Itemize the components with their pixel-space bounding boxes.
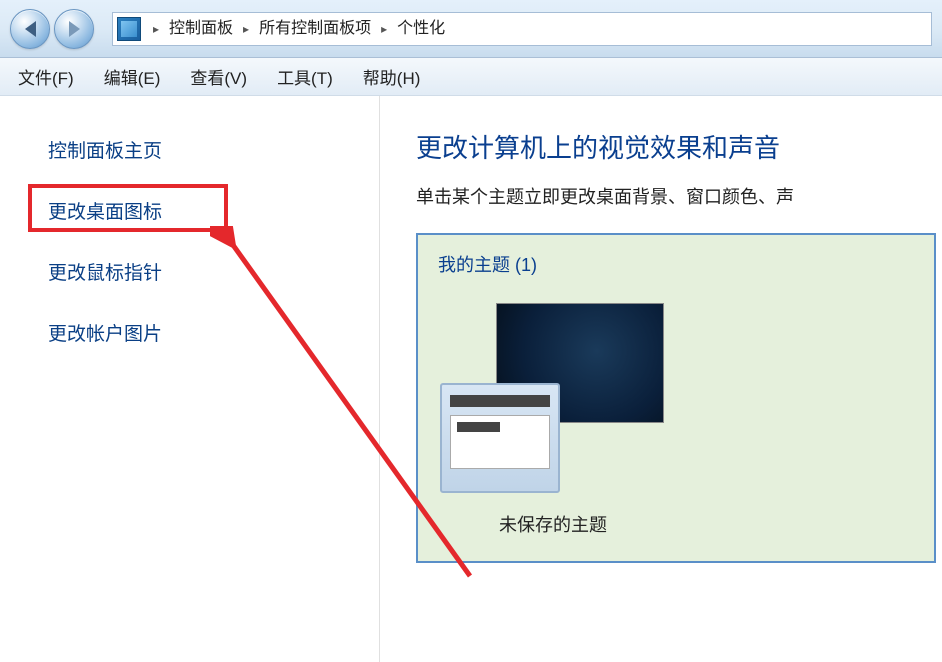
sidebar: 控制面板主页 更改桌面图标 更改鼠标指针 更改帐户图片 xyxy=(0,96,380,662)
personalization-icon xyxy=(117,17,141,41)
menu-tools[interactable]: 工具(T) xyxy=(273,62,337,91)
breadcrumb-all-items[interactable]: 所有控制面板项 xyxy=(255,13,375,45)
breadcrumb-personalization[interactable]: 个性化 xyxy=(393,13,449,45)
menu-edit[interactable]: 编辑(E) xyxy=(100,62,165,91)
breadcrumb-separator-icon: ▸ xyxy=(147,22,165,36)
breadcrumb-control-panel[interactable]: 控制面板 xyxy=(165,13,237,45)
back-arrow-icon xyxy=(25,21,36,37)
breadcrumb-separator-icon: ▸ xyxy=(237,22,255,36)
content-area: 控制面板主页 更改桌面图标 更改鼠标指针 更改帐户图片 更改计算机上的视觉效果和… xyxy=(0,96,942,662)
my-themes-panel: 我的主题 (1) 未保存的主题 xyxy=(416,233,936,563)
menu-help[interactable]: 帮助(H) xyxy=(359,62,425,91)
theme-window-preview xyxy=(440,383,560,493)
nav-buttons-group xyxy=(10,9,94,49)
main-panel: 更改计算机上的视觉效果和声音 单击某个主题立即更改桌面背景、窗口颜色、声 我的主… xyxy=(380,96,942,662)
page-subtitle: 单击某个主题立即更改桌面背景、窗口颜色、声 xyxy=(416,183,942,209)
back-button[interactable] xyxy=(10,9,50,49)
sidebar-link-change-desktop-icons[interactable]: 更改桌面图标 xyxy=(40,193,170,228)
sidebar-link-home[interactable]: 控制面板主页 xyxy=(40,132,170,167)
page-title: 更改计算机上的视觉效果和声音 xyxy=(416,128,942,165)
theme-card-unsaved[interactable]: 未保存的主题 xyxy=(438,297,668,537)
theme-thumbnail xyxy=(438,297,668,497)
address-bar[interactable]: ▸ 控制面板 ▸ 所有控制面板项 ▸ 个性化 xyxy=(112,12,932,46)
forward-button[interactable] xyxy=(54,9,94,49)
sidebar-link-change-account-picture[interactable]: 更改帐户图片 xyxy=(40,315,170,350)
sidebar-link-change-mouse-pointer[interactable]: 更改鼠标指针 xyxy=(40,254,170,289)
navigation-bar: ▸ 控制面板 ▸ 所有控制面板项 ▸ 个性化 xyxy=(0,0,942,58)
theme-label: 未保存的主题 xyxy=(438,511,668,537)
breadcrumb-separator-icon: ▸ xyxy=(375,22,393,36)
menu-bar: 文件(F) 编辑(E) 查看(V) 工具(T) 帮助(H) xyxy=(0,58,942,96)
my-themes-header: 我的主题 (1) xyxy=(438,251,914,277)
menu-file[interactable]: 文件(F) xyxy=(14,62,78,91)
forward-arrow-icon xyxy=(69,21,80,37)
menu-view[interactable]: 查看(V) xyxy=(186,62,251,91)
